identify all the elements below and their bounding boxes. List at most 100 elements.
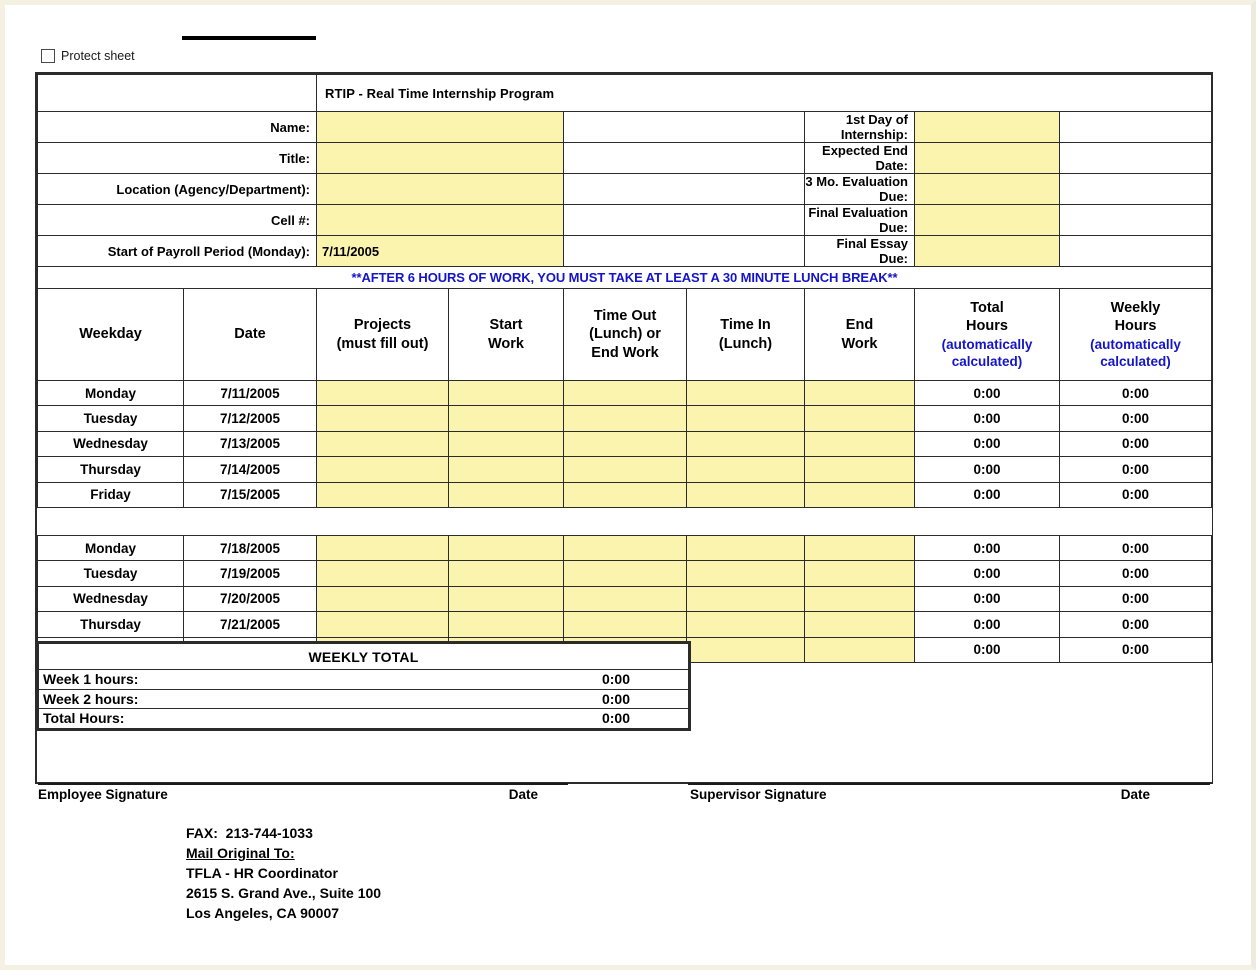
cell-projects[interactable] <box>316 430 449 458</box>
col-header-weekly-hours: Weekly Hours (automatically calculated) <box>1058 288 1213 381</box>
cell-projects[interactable] <box>316 481 449 508</box>
cell-weekday: Friday <box>37 481 184 508</box>
cell-total-hours: 0:00 <box>914 379 1060 407</box>
input-cell-number[interactable] <box>316 204 564 236</box>
spacer-first-day <box>1058 111 1213 143</box>
input-name[interactable] <box>316 111 564 143</box>
col-header-time-out-line2: (Lunch) or <box>589 326 661 343</box>
cell-time-in[interactable] <box>686 585 805 613</box>
col-header-end-work: End Work <box>804 288 915 381</box>
input-payroll-period-start[interactable]: 7/11/2005 <box>316 235 564 267</box>
cell-time-out[interactable] <box>563 560 687 587</box>
cell-end-work[interactable] <box>804 636 915 663</box>
cell-end-work[interactable] <box>804 456 915 483</box>
col-header-start-work: Start Work <box>448 288 564 381</box>
cell-time-in[interactable] <box>686 379 805 407</box>
col-header-time-out-line1: Time Out <box>593 307 657 324</box>
cell-projects[interactable] <box>316 379 449 407</box>
cell-start-work[interactable] <box>448 560 564 587</box>
label-expected-end-date: Expected End Date: <box>804 142 915 174</box>
cell-time-out[interactable] <box>563 456 687 483</box>
cell-date: 7/21/2005 <box>183 611 317 638</box>
spacer-title <box>563 142 805 174</box>
weekly-total-row: Total Hours: 0:00 <box>38 708 689 729</box>
cell-date: 7/19/2005 <box>183 560 317 587</box>
cell-date: 7/11/2005 <box>183 379 317 407</box>
cell-projects[interactable] <box>316 534 449 562</box>
spacer-final-essay-due <box>1058 235 1213 267</box>
cell-start-work[interactable] <box>448 585 564 613</box>
cell-total-hours: 0:00 <box>914 405 1060 432</box>
input-title[interactable] <box>316 142 564 174</box>
cell-time-out[interactable] <box>563 405 687 432</box>
input-first-day[interactable] <box>914 111 1060 143</box>
col-header-total-hours-line2: Hours <box>966 318 1008 335</box>
cell-time-in[interactable] <box>686 560 805 587</box>
cell-projects[interactable] <box>316 456 449 483</box>
employee-signature-line[interactable] <box>38 783 568 786</box>
cell-time-in[interactable] <box>686 405 805 432</box>
col-header-projects-line2: (must fill out) <box>336 335 429 352</box>
employee-signature-labels: Employee Signature Date <box>38 787 538 802</box>
cell-projects[interactable] <box>316 560 449 587</box>
spacer-payroll <box>563 235 805 267</box>
spacer-cell <box>563 204 805 236</box>
cell-end-work[interactable] <box>804 560 915 587</box>
cell-end-work[interactable] <box>804 481 915 508</box>
lunch-warning-row: **AFTER 6 HOURS OF WORK, YOU MUST TAKE A… <box>36 266 1213 289</box>
cell-end-work[interactable] <box>804 379 915 407</box>
supervisor-signature-line[interactable] <box>688 783 1210 786</box>
label-final-essay-due: Final Essay Due: <box>804 235 915 267</box>
cell-end-work[interactable] <box>804 611 915 638</box>
cell-time-in[interactable] <box>686 430 805 458</box>
cell-time-out[interactable] <box>563 430 687 458</box>
cell-time-in[interactable] <box>686 636 805 663</box>
col-header-time-out: Time Out (Lunch) or End Work <box>563 288 687 381</box>
cell-time-in[interactable] <box>686 481 805 508</box>
input-final-essay-due[interactable] <box>914 235 1060 267</box>
cell-projects[interactable] <box>316 405 449 432</box>
col-header-time-in: Time In (Lunch) <box>686 288 805 381</box>
input-3mo-evaluation-due[interactable] <box>914 173 1060 205</box>
cell-time-out[interactable] <box>563 379 687 407</box>
col-header-projects-line1: Projects <box>353 316 412 333</box>
col-header-total-hours: Total Hours (automatically calculated) <box>914 288 1060 381</box>
cell-end-work[interactable] <box>804 430 915 458</box>
input-expected-end-date[interactable] <box>914 142 1060 174</box>
cell-weekly-hours: 0:00 <box>1058 560 1213 587</box>
col-header-time-in-line1: Time In <box>720 316 771 333</box>
title-row-blank <box>37 74 317 112</box>
footer-city-state-zip: Los Angeles, CA 90007 <box>186 904 340 921</box>
cell-time-in[interactable] <box>686 534 805 562</box>
supervisor-date-label: Date <box>1120 787 1150 802</box>
cell-time-in[interactable] <box>686 456 805 483</box>
cell-time-out[interactable] <box>563 585 687 613</box>
footer-street: 2615 S. Grand Ave., Suite 100 <box>186 884 382 901</box>
cell-start-work[interactable] <box>448 534 564 562</box>
cell-start-work[interactable] <box>448 481 564 508</box>
cell-time-out[interactable] <box>563 611 687 638</box>
protect-sheet-control[interactable]: Protect sheet <box>41 49 135 63</box>
label-location: Location (Agency/Department): <box>37 173 317 205</box>
cell-start-work[interactable] <box>448 379 564 407</box>
cell-end-work[interactable] <box>804 534 915 562</box>
cell-total-hours: 0:00 <box>914 456 1060 483</box>
cell-start-work[interactable] <box>448 456 564 483</box>
cell-weekly-hours: 0:00 <box>1058 534 1213 562</box>
cell-end-work[interactable] <box>804 585 915 613</box>
cell-time-out[interactable] <box>563 481 687 508</box>
cell-start-work[interactable] <box>448 405 564 432</box>
cell-start-work[interactable] <box>448 611 564 638</box>
cell-end-work[interactable] <box>804 405 915 432</box>
week2-hours-value: 0:00 <box>428 688 689 709</box>
cell-time-in[interactable] <box>686 611 805 638</box>
cell-projects[interactable] <box>316 611 449 638</box>
input-location[interactable] <box>316 173 564 205</box>
cell-projects[interactable] <box>316 585 449 613</box>
cell-start-work[interactable] <box>448 430 564 458</box>
protect-sheet-checkbox[interactable] <box>41 49 55 63</box>
cell-weekday: Monday <box>37 379 184 407</box>
input-final-evaluation-due[interactable] <box>914 204 1060 236</box>
cell-time-out[interactable] <box>563 534 687 562</box>
cell-date: 7/12/2005 <box>183 405 317 432</box>
